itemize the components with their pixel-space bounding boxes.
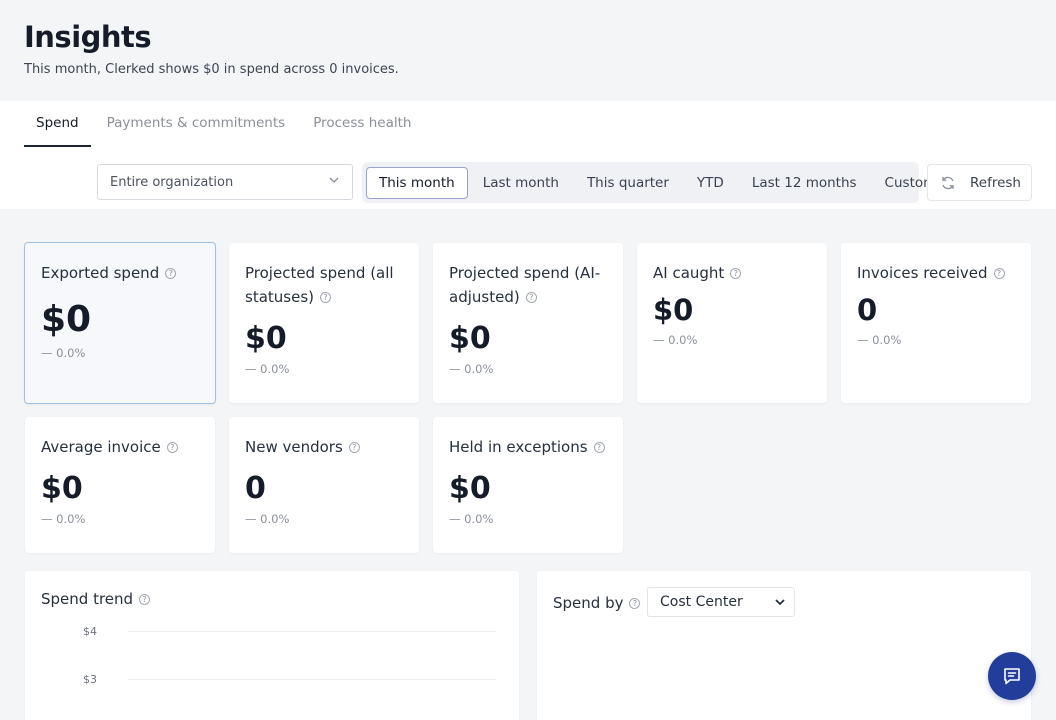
metric-delta: — 0.0% — [449, 512, 494, 526]
metric-card-held-in-exceptions[interactable]: Held in exceptions? $0 — 0.0% — [433, 417, 623, 553]
metric-delta: — 0.0% — [653, 333, 698, 347]
metric-label: Exported spend — [41, 264, 160, 282]
metric-label: Average invoice — [41, 438, 161, 456]
metric-label: Projected spend (AI-adjusted) — [449, 264, 601, 306]
chat-button[interactable] — [988, 652, 1036, 700]
organization-select-value: Entire organization — [110, 175, 234, 190]
metric-delta: — 0.0% — [41, 512, 86, 526]
organization-select[interactable]: Entire organization — [97, 164, 353, 200]
metric-value: $0 — [41, 299, 92, 340]
y-tick-label: $3 — [83, 673, 97, 686]
spend-by-select-value: Cost Center — [660, 594, 743, 610]
metric-label: Held in exceptions — [449, 438, 588, 456]
help-icon[interactable]: ? — [629, 598, 641, 609]
page-title: Insights — [24, 20, 152, 54]
metric-label: Invoices received — [857, 264, 988, 282]
spend-by-title: Spend by — [553, 594, 624, 612]
chat-icon — [1004, 668, 1020, 685]
gridline — [128, 679, 496, 680]
help-icon[interactable]: ? — [165, 268, 177, 279]
tab-bar: Spend Payments & commitments Process hea… — [24, 101, 427, 147]
spend-trend-title: Spend trend — [41, 590, 134, 608]
metric-delta: — 0.0% — [449, 362, 494, 376]
metric-label: Projected spend (all statuses) — [245, 264, 394, 306]
metric-value: $0 — [449, 471, 491, 506]
metric-label: AI caught — [653, 264, 725, 282]
spend-trend-panel: Spend trend? $4 $3 — [25, 571, 519, 720]
metric-card-new-vendors[interactable]: New vendors? 0 — 0.0% — [229, 417, 419, 553]
refresh-label: Refresh — [970, 174, 1021, 191]
period-this-quarter[interactable]: This quarter — [574, 167, 682, 199]
metric-label: New vendors — [245, 438, 343, 456]
period-selector: This month Last month This quarter YTD L… — [362, 162, 936, 203]
page-header: Insights This month, Clerked shows $0 in… — [0, 0, 1056, 101]
metric-delta: — 0.0% — [245, 362, 290, 376]
metric-value: $0 — [653, 293, 694, 327]
help-icon[interactable]: ? — [166, 442, 178, 453]
help-icon[interactable]: ? — [993, 268, 1005, 279]
refresh-icon — [942, 176, 954, 189]
spend-by-panel: Spend by? Cost Center — [537, 571, 1031, 720]
metric-card-average-invoice[interactable]: Average invoice? $0 — 0.0% — [25, 417, 215, 553]
help-icon[interactable]: ? — [593, 442, 605, 453]
metric-value: $0 — [245, 321, 287, 356]
metric-card-ai-caught[interactable]: AI caught? $0 — 0.0% — [637, 243, 827, 403]
help-icon[interactable]: ? — [320, 292, 331, 303]
refresh-button[interactable]: Refresh — [927, 164, 1032, 201]
page-subtitle: This month, Clerked shows $0 in spend ac… — [24, 62, 399, 77]
metric-value: $0 — [449, 321, 491, 356]
spend-by-select[interactable]: Cost Center — [647, 587, 795, 617]
metric-card-invoices-received[interactable]: Invoices received? 0 — 0.0% — [841, 243, 1031, 403]
tab-payments-commitments[interactable]: Payments & commitments — [95, 101, 298, 147]
metric-card-projected-spend-all[interactable]: Projected spend (all statuses)? $0 — 0.0… — [229, 243, 419, 403]
metric-value: $0 — [41, 471, 83, 506]
help-icon[interactable]: ? — [348, 442, 360, 453]
tab-process-health[interactable]: Process health — [301, 101, 423, 147]
chevron-down-icon — [775, 599, 785, 606]
chevron-down-icon — [329, 177, 339, 183]
metric-delta: — 0.0% — [857, 333, 902, 347]
metric-card-exported-spend[interactable]: Exported spend? $0 — 0.0% — [24, 242, 216, 404]
filter-band: Spend Payments & commitments Process hea… — [0, 101, 1056, 209]
metric-delta: — 0.0% — [245, 512, 290, 526]
metric-card-projected-spend-ai[interactable]: Projected spend (AI-adjusted)? $0 — 0.0% — [433, 243, 623, 403]
help-icon[interactable]: ? — [139, 594, 151, 605]
period-last-12-months[interactable]: Last 12 months — [739, 167, 870, 199]
tab-spend[interactable]: Spend — [24, 101, 91, 147]
metric-value: 0 — [245, 471, 266, 506]
help-icon[interactable]: ? — [730, 268, 742, 279]
gridline — [128, 631, 496, 632]
metric-value: 0 — [857, 293, 878, 327]
period-ytd[interactable]: YTD — [684, 167, 737, 199]
y-tick-label: $4 — [83, 625, 97, 638]
period-this-month[interactable]: This month — [366, 166, 468, 199]
help-icon[interactable]: ? — [525, 292, 537, 303]
period-last-month[interactable]: Last month — [470, 167, 572, 199]
metric-delta: — 0.0% — [41, 346, 86, 360]
